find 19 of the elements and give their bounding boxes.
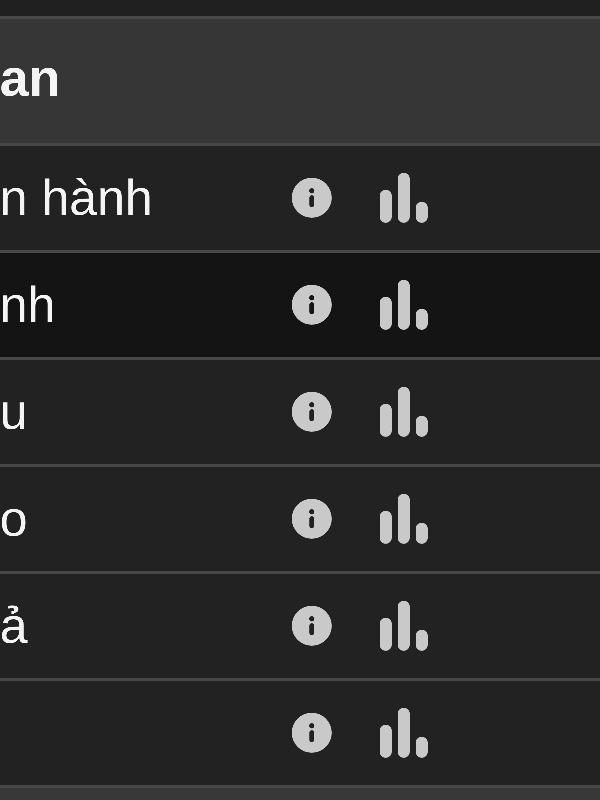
row-label: ả — [0, 601, 28, 651]
info-icon[interactable] — [292, 285, 332, 325]
row-label: o — [0, 494, 28, 544]
section-title: an — [0, 53, 61, 109]
bar-chart-icon[interactable] — [380, 387, 428, 437]
info-icon[interactable] — [292, 499, 332, 539]
bar-chart-icon[interactable] — [380, 173, 428, 223]
info-icon[interactable] — [292, 392, 332, 432]
bar-chart-icon[interactable] — [380, 708, 428, 758]
row-label: u — [0, 387, 28, 437]
info-icon[interactable] — [292, 713, 332, 753]
info-icon[interactable] — [292, 178, 332, 218]
row-label: nh — [0, 280, 56, 330]
row-label: n hành — [0, 173, 153, 223]
bar-chart-icon[interactable] — [380, 601, 428, 651]
bar-chart-icon[interactable] — [380, 280, 428, 330]
bar-chart-icon[interactable] — [380, 494, 428, 544]
list-row[interactable]: nh — [0, 253, 600, 360]
info-icon[interactable] — [292, 606, 332, 646]
